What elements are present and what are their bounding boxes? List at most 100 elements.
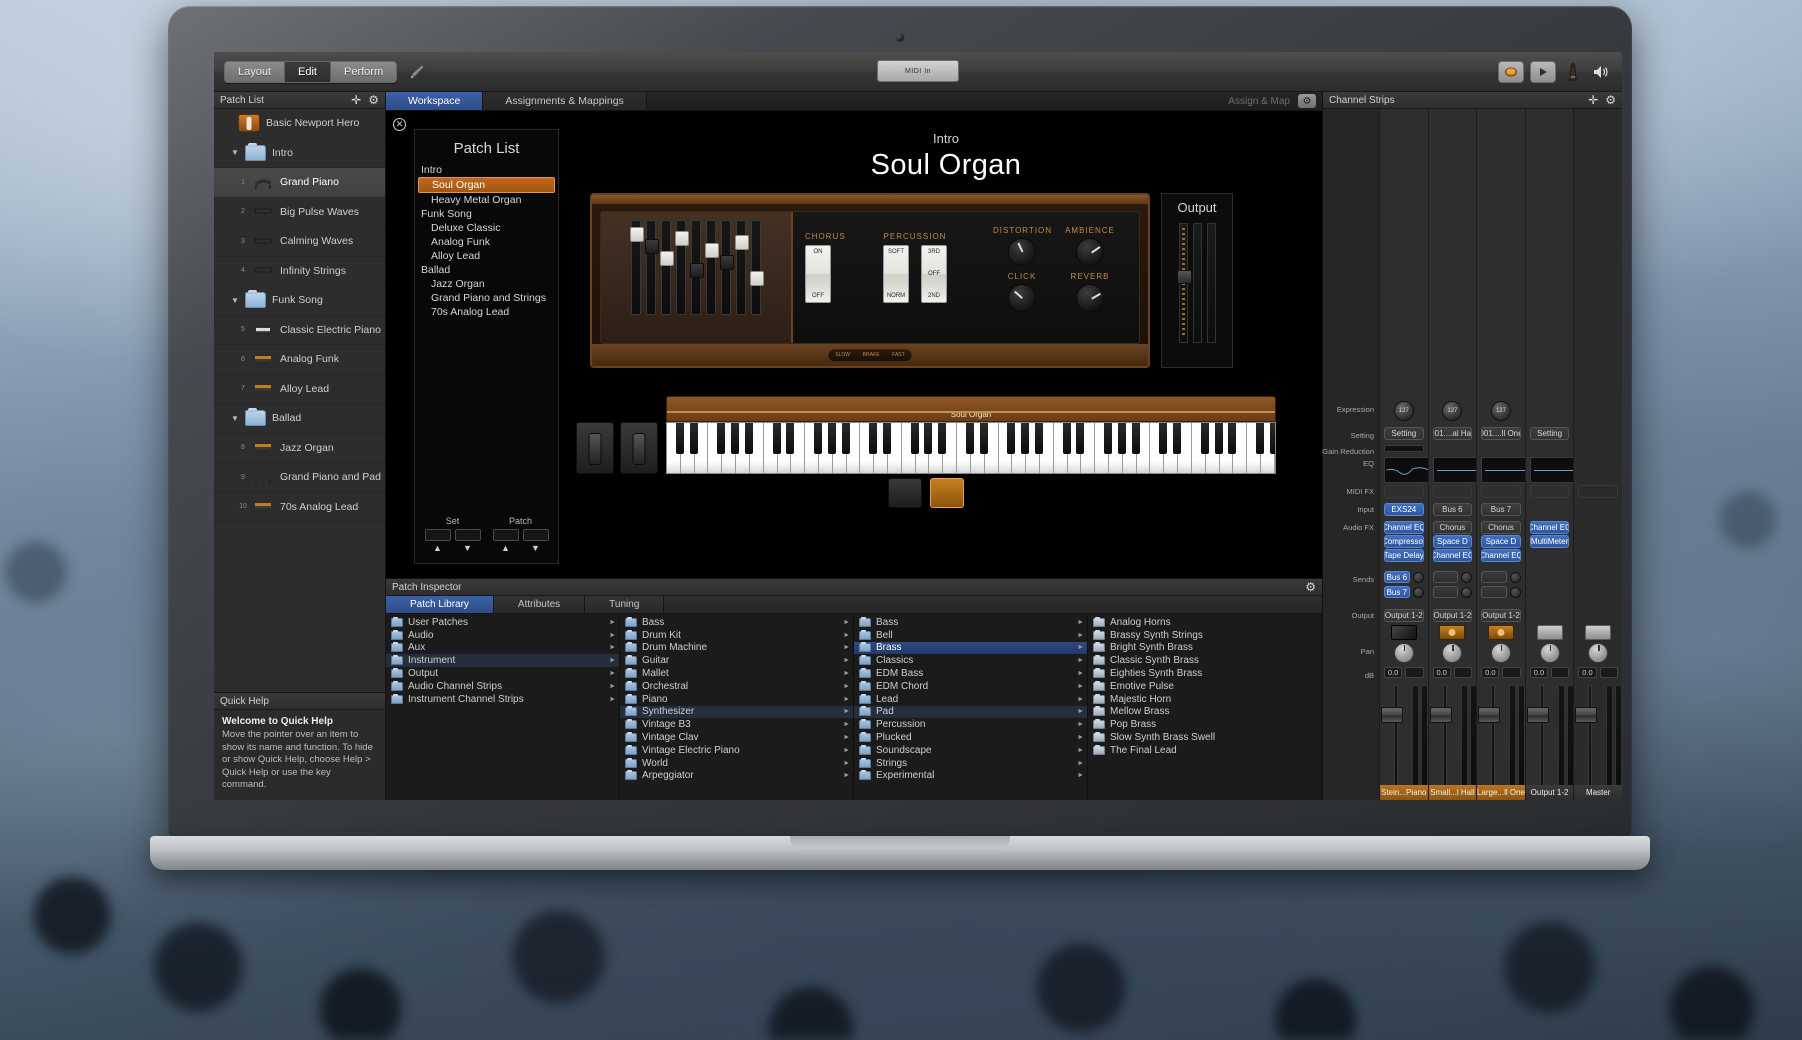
gear-icon[interactable]: ⚙ — [1305, 581, 1316, 593]
channel-strip-2[interactable]: 001....al Hall Bus 6 ChorusSpace DChannel … — [1427, 109, 1481, 800]
browser-item-bell[interactable]: Bell ► — [854, 629, 1087, 642]
patch-down-box[interactable] — [522, 529, 549, 541]
browser-item-arpeggiator[interactable]: Arpeggiator ► — [620, 770, 853, 783]
plus-icon[interactable]: ✛ — [1588, 94, 1598, 106]
browser-item-plucked[interactable]: Plucked ► — [854, 731, 1087, 744]
set-up-arrow[interactable]: ▲ — [425, 543, 451, 553]
output-fader-cap[interactable] — [1176, 270, 1192, 284]
drawbars-group[interactable] — [601, 212, 793, 343]
workspace-patch-ballad[interactable]: Ballad — [415, 263, 558, 277]
set-down-control[interactable]: ▼ — [454, 529, 481, 553]
browser-item-aux[interactable]: Aux ► — [386, 642, 619, 655]
midi-fx-slot[interactable] — [1578, 485, 1618, 498]
sidebar-item-grand-piano[interactable]: 1 Grand Piano — [214, 168, 385, 198]
sidebar-item-70s-analog-lead[interactable]: 10 70s Analog Lead — [214, 493, 385, 522]
pedal-1[interactable] — [888, 478, 922, 508]
browser-item-output[interactable]: Output ► — [386, 667, 619, 680]
keyboard-widget[interactable]: Soul Organ — [576, 396, 1276, 508]
fader-track[interactable] — [1491, 685, 1496, 800]
send-level-knob[interactable] — [1461, 586, 1473, 598]
drawbar-2[interactable] — [645, 220, 659, 315]
patch-library-browser[interactable]: User Patches ► Audio ► Aux ► Instrument ► Output… — [386, 614, 1322, 800]
send-level-knob[interactable] — [1509, 571, 1521, 583]
knob-distortion[interactable] — [1008, 238, 1036, 266]
browser-item-edm-chord[interactable]: EDM Chord ► — [854, 680, 1087, 693]
piano-key-36[interactable] — [1150, 423, 1168, 473]
sidebar-item-big-pulse-waves[interactable]: 2 Big Pulse Waves — [214, 198, 385, 227]
channel-strip-1[interactable]: Setting EXS24 Channel EQCompressorTape Del… — [1379, 109, 1432, 800]
patch-up-control[interactable]: ▲ — [492, 529, 519, 553]
send-level-knob[interactable] — [1509, 586, 1521, 598]
fader-track[interactable] — [1539, 685, 1544, 800]
drawbar-1[interactable] — [630, 220, 644, 315]
tab-workspace[interactable]: Workspace — [386, 92, 484, 110]
browser-item-instrument[interactable]: Instrument ► — [386, 654, 619, 668]
send-bus-button[interactable]: Bus 7 — [1384, 586, 1410, 598]
audio-fx-slot-3[interactable]: Channel EQ — [1481, 549, 1521, 562]
fader-cap[interactable] — [1429, 707, 1452, 723]
browser-item-bass[interactable]: Bass ► — [620, 616, 853, 629]
workspace-patch-list-rows[interactable]: Intro Soul Organ Heavy Metal Organ Funk Son… — [415, 163, 558, 319]
send-bus-button[interactable] — [1481, 586, 1507, 598]
send-level-knob[interactable] — [1461, 571, 1473, 583]
browser-item-emotive-pulse[interactable]: Emotive Pulse — [1088, 680, 1321, 693]
tab-assignments-mappings[interactable]: Assignments & Mappings — [483, 92, 647, 110]
browser-column-1[interactable]: User Patches ► Audio ► Aux ► Instrument ► Output… — [386, 614, 620, 800]
channel-strip-name[interactable]: Small...l Hall — [1428, 785, 1477, 800]
mode-button-perform[interactable]: Perform — [331, 61, 397, 82]
midi-fx-slot[interactable] — [1481, 485, 1521, 498]
output-button[interactable]: Output 1-2 — [1481, 609, 1521, 622]
inspector-tab-tuning[interactable]: Tuning — [585, 596, 665, 613]
sidebar-item-calming-waves[interactable]: 3 Calming Waves — [214, 227, 385, 257]
knob-click[interactable] — [1008, 284, 1036, 312]
mode-button-layout[interactable]: Layout — [225, 61, 286, 82]
browser-item-audio-channel-strips[interactable]: Audio Channel Strips ► — [386, 680, 619, 693]
workspace-patch-intro[interactable]: Intro — [415, 163, 558, 177]
pan-knob[interactable] — [1539, 643, 1560, 663]
workspace-patch-deluxe-classic[interactable]: Deluxe Classic — [415, 221, 558, 235]
browser-item-audio[interactable]: Audio ► — [386, 629, 619, 642]
browser-item-pop-brass[interactable]: Pop Brass — [1088, 718, 1321, 731]
setting-button[interactable]: 001....al Hall — [1432, 427, 1473, 440]
db-value[interactable]: 0.0 — [1481, 667, 1500, 678]
browser-item-brassy-synth-strings[interactable]: Brassy Synth Strings — [1088, 629, 1321, 642]
drawbar-3[interactable] — [660, 220, 674, 315]
channel-strip-columns[interactable]: SettingEXS24Channel EQCompressorTape Del… — [1379, 109, 1622, 800]
browser-item-pad[interactable]: Pad ► — [854, 705, 1087, 719]
setting-button[interactable]: Setting — [1529, 427, 1570, 440]
volume-icon[interactable] — [1590, 61, 1612, 83]
sidebar-item-jazz-organ[interactable]: 8 Jazz Organ — [214, 434, 385, 463]
send-slot-1[interactable] — [1481, 571, 1521, 583]
patch-up-arrow[interactable]: ▲ — [493, 543, 519, 553]
modulation-wheel[interactable] — [620, 422, 658, 474]
sidebar-item-classic-electric-piano[interactable]: 5 Classic Electric Piano — [214, 316, 385, 345]
workspace-patch-70s-analog-lead[interactable]: 70s Analog Lead — [415, 305, 558, 319]
workspace-gear-icon[interactable]: ⚙ — [1298, 94, 1316, 108]
fader-track[interactable] — [1442, 685, 1447, 800]
fader-cap[interactable] — [1381, 707, 1403, 723]
workspace-patch-list[interactable]: Patch List Intro Soul Organ Heavy Metal Or… — [414, 129, 559, 564]
midi-fx-slot[interactable] — [1432, 485, 1473, 498]
browser-item-mellow-brass[interactable]: Mellow Brass — [1088, 706, 1321, 719]
knob-reverb[interactable] — [1076, 284, 1104, 312]
browser-item-experimental[interactable]: Experimental ► — [854, 770, 1087, 783]
input-button[interactable]: EXS24 — [1384, 503, 1424, 516]
plus-icon[interactable]: ✛ — [351, 94, 361, 106]
set-down-box[interactable] — [454, 529, 481, 541]
audio-fx-slot-2[interactable]: Space D — [1481, 535, 1521, 548]
browser-item-soundscape[interactable]: Soundscape ► — [854, 744, 1087, 757]
browser-item-instrument-channel-strips[interactable]: Instrument Channel Strips ► — [386, 693, 619, 706]
browser-item-guitar[interactable]: Guitar ► — [620, 654, 853, 667]
channel-strip-name[interactable]: Output 1-2 — [1525, 785, 1574, 800]
percussion-harmonic-switch[interactable]: 3RD OFF 2ND — [921, 245, 947, 303]
mode-button-edit[interactable]: Edit — [285, 61, 331, 82]
workspace-patch-heavy-metal-organ[interactable]: Heavy Metal Organ — [415, 193, 558, 207]
pedal-group[interactable] — [888, 478, 964, 508]
send-slot-2[interactable]: Bus 7 — [1384, 586, 1424, 598]
audio-fx-slot-2[interactable]: MultiMeter — [1529, 535, 1570, 548]
patch-down-arrow[interactable]: ▼ — [523, 543, 549, 553]
db-secondary[interactable] — [1551, 667, 1570, 678]
patch-down-control[interactable]: ▼ — [522, 529, 549, 553]
piano-key-15[interactable] — [860, 423, 877, 473]
inspector-tabs[interactable]: Patch Library Attributes Tuning — [386, 596, 1322, 614]
